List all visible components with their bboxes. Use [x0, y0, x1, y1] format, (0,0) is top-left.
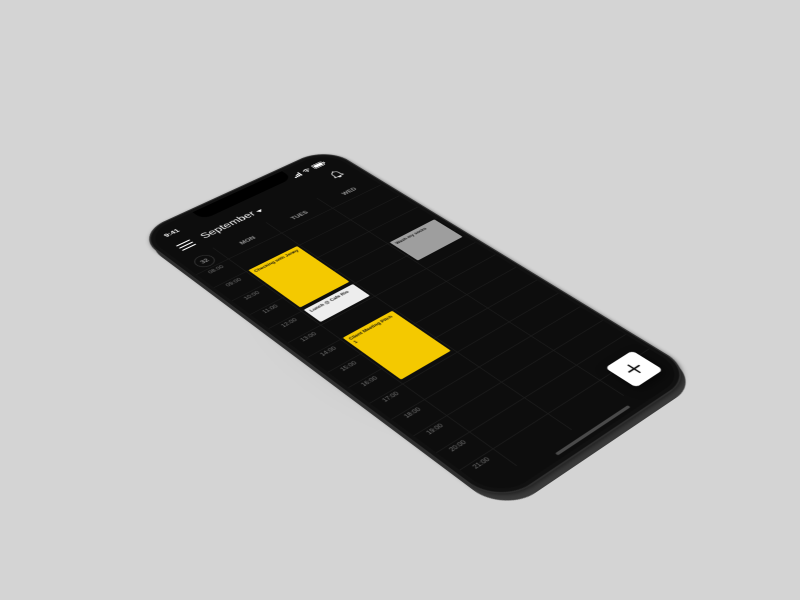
menu-icon[interactable]: [176, 239, 197, 251]
battery-icon: [311, 160, 328, 169]
notifications-icon[interactable]: [325, 168, 347, 180]
plus-icon: [620, 360, 649, 379]
chevron-down-icon: [256, 209, 264, 213]
signal-icon: [291, 172, 302, 178]
wifi-icon: [300, 167, 313, 174]
status-time: 9:41: [162, 228, 181, 238]
